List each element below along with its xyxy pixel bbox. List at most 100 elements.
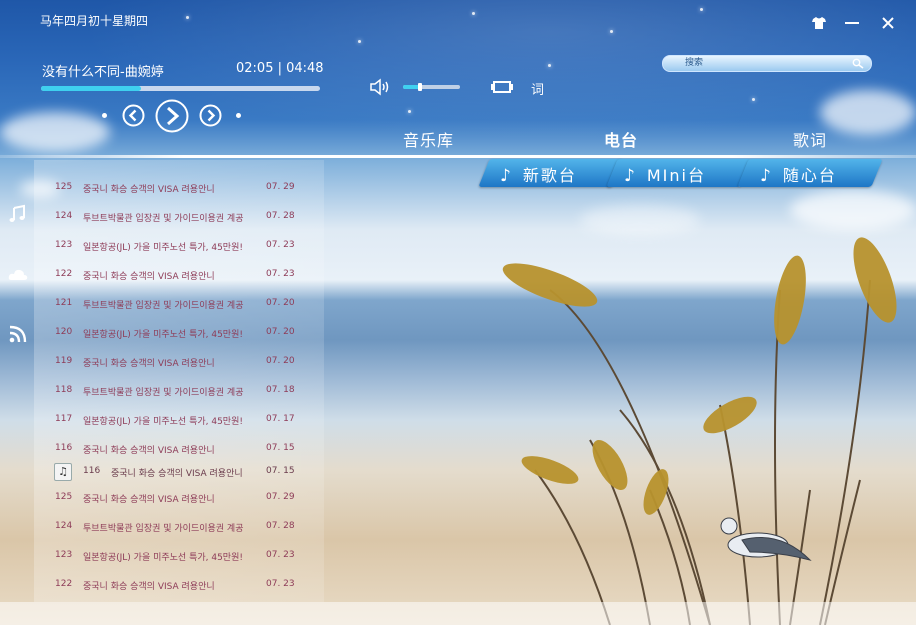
list-item-number: 122 [55, 269, 73, 279]
list-item-number: 121 [55, 298, 73, 308]
volume-knob[interactable] [418, 83, 423, 91]
seagull [720, 517, 812, 561]
list-item-number: 119 [55, 356, 73, 366]
list-item-date: 07. 23 [266, 240, 295, 250]
close-icon [882, 17, 894, 29]
playback-time: 02:05 | 04:48 [236, 61, 324, 76]
close-button[interactable] [877, 12, 899, 34]
minimize-icon [845, 22, 859, 24]
list-item-date: 07. 18 [266, 385, 295, 395]
list-item[interactable]: 121 투브트박물관 입장권 및 가이드이용권 계공 07. 20 [55, 298, 305, 314]
list-item-date: 07. 23 [266, 550, 295, 560]
list-item-number: 123 [55, 240, 73, 250]
star [186, 16, 189, 19]
tab-music-library[interactable]: 音乐库 [403, 127, 454, 151]
now-playing-title: 没有什么不同-曲婉婷 [42, 65, 164, 80]
volume-icon[interactable] [370, 78, 392, 96]
star [752, 98, 755, 101]
list-item[interactable]: 118 투브트박물관 입장권 및 가이드이용권 계공 07. 18 [55, 385, 305, 401]
music-note-icon[interactable] [8, 204, 28, 224]
cloud [820, 90, 916, 135]
rss-icon[interactable] [8, 324, 28, 344]
list-item-now-playing[interactable]: 116 중국니 화승 승객의 VISA 려용안니 07. 15 [55, 466, 305, 482]
list-item-number: 124 [55, 211, 73, 221]
date-label: 马年四月初十星期四 [40, 14, 149, 28]
progress-bar[interactable] [41, 86, 320, 91]
star [472, 12, 475, 15]
list-item-date: 07. 23 [266, 269, 295, 279]
list-item[interactable]: 125 중국니 화승 승객의 VISA 려용안니 07. 29 [55, 492, 305, 508]
list-item-number: 123 [55, 550, 73, 560]
play-button[interactable] [155, 99, 189, 133]
list-item-date: 07. 15 [266, 443, 295, 453]
star [700, 8, 703, 11]
next-dot [236, 113, 241, 118]
list-item-date: 07. 17 [266, 414, 295, 424]
list-item[interactable]: 125 중국니 화승 승객의 VISA 려용안니 07. 29 [55, 182, 305, 198]
list-item[interactable]: 124 투브트박물관 입장권 및 가이드이용권 계공 07. 28 [55, 521, 305, 537]
search-placeholder: 搜索 [685, 58, 704, 68]
list-item-date: 07. 23 [266, 579, 295, 589]
list-item-number: 116 [55, 443, 73, 453]
list-item-title: 투브트박물관 입장권 및 가이드이용권 계공 [83, 388, 244, 398]
list-item-date: 07. 20 [266, 356, 295, 366]
list-item-date: 07. 29 [266, 492, 295, 502]
list-item-title: 투브트박물관 입장권 및 가이드이용권 계공 [83, 214, 244, 224]
previous-button[interactable] [122, 104, 145, 127]
music-player-window: 马年四月初十星期四 没有什么不同-曲婉婷 02:05 | 04:48 词 搜索 … [0, 0, 916, 625]
list-item-date: 07. 20 [266, 327, 295, 337]
list-item[interactable]: 123 일본항공(JL) 가을 미주노선 특가, 45만원! 07. 23 [55, 240, 305, 256]
list-item[interactable]: 116 중국니 화승 승객의 VISA 려용안니 07. 15 [55, 443, 305, 459]
list-item[interactable]: 122 중국니 화승 승객의 VISA 려용안니 07. 23 [55, 579, 305, 595]
skin-icon [812, 17, 826, 29]
list-item[interactable]: 120 일본항공(JL) 가을 미주노선 특가, 45만원! 07. 20 [55, 327, 305, 343]
list-item-number: 124 [55, 521, 73, 531]
cloud-icon[interactable] [8, 265, 28, 285]
list-item[interactable]: 122 중국니 화승 승객의 VISA 려용안니 07. 23 [55, 269, 305, 285]
tab-radio[interactable]: 电台 [604, 127, 638, 151]
list-item-number: 118 [55, 385, 73, 395]
list-item[interactable]: 119 중국니 화승 승객의 VISA 려용안니 07. 20 [55, 356, 305, 372]
list-item-date: 07. 15 [266, 466, 295, 476]
list-item-title: 일본항공(JL) 가을 미주노선 특가, 45만원! [83, 330, 243, 340]
lyric-toggle-button[interactable]: 词 [531, 79, 544, 98]
prev-dot [102, 113, 107, 118]
radio-tab-new-songs[interactable] [478, 159, 624, 187]
volume-slider[interactable] [403, 83, 460, 91]
next-button[interactable] [199, 104, 222, 127]
list-item-title: 중국니 화승 승객의 VISA 려용안니 [83, 582, 215, 592]
list-item-title: 중국니 화승 승객의 VISA 려용안니 [83, 272, 215, 282]
star [548, 64, 551, 67]
list-item[interactable]: 124 투브트박물관 입장권 및 가이드이용권 계공 07. 28 [55, 211, 305, 227]
list-item-title: 중국니 화승 승객의 VISA 려용안니 [83, 185, 215, 195]
list-item-title: 중국니 화승 승객의 VISA 려용안니 [83, 495, 215, 505]
list-item-title: 일본항공(JL) 가을 미주노선 특가, 45만원! [83, 243, 243, 253]
mini-mode-icon[interactable] [491, 79, 513, 95]
list-item-number: 122 [55, 579, 73, 589]
list-item[interactable]: 117 일본항공(JL) 가을 미주노선 특가, 45만원! 07. 17 [55, 414, 305, 430]
minimize-button[interactable] [841, 12, 863, 34]
star [358, 40, 361, 43]
list-item-date: 07. 29 [266, 182, 295, 192]
cloud [0, 112, 110, 152]
list-item-title: 중국니 화승 승객의 VISA 려용안니 [83, 446, 215, 456]
search-icon[interactable] [852, 58, 864, 69]
radio-tab-random[interactable] [737, 159, 883, 187]
nav-divider [0, 155, 916, 158]
list-item-date: 07. 28 [266, 211, 295, 221]
list-item-title: 중국니 화승 승객의 VISA 려용안니 [83, 359, 215, 369]
music-note-icon: ♫ [54, 463, 72, 481]
search-input[interactable]: 搜索 [662, 55, 872, 72]
list-item[interactable]: 123 일본항공(JL) 가을 미주노선 특가, 45만원! 07. 23 [55, 550, 305, 566]
radio-tab-mini[interactable] [606, 159, 752, 187]
list-item-title: 중국니 화승 승객의 VISA 려용안니 [111, 469, 243, 479]
progress-fill [41, 86, 142, 91]
list-item-number: 120 [55, 327, 73, 337]
list-item-date: 07. 20 [266, 298, 295, 308]
list-item-number: 117 [55, 414, 73, 424]
list-item-number: 116 [83, 466, 101, 476]
skin-button[interactable] [808, 12, 830, 34]
tab-lyrics[interactable]: 歌词 [793, 127, 827, 151]
list-item-title: 일본항공(JL) 가을 미주노선 특가, 45만원! [83, 553, 243, 563]
list-item-number: 125 [55, 492, 73, 502]
